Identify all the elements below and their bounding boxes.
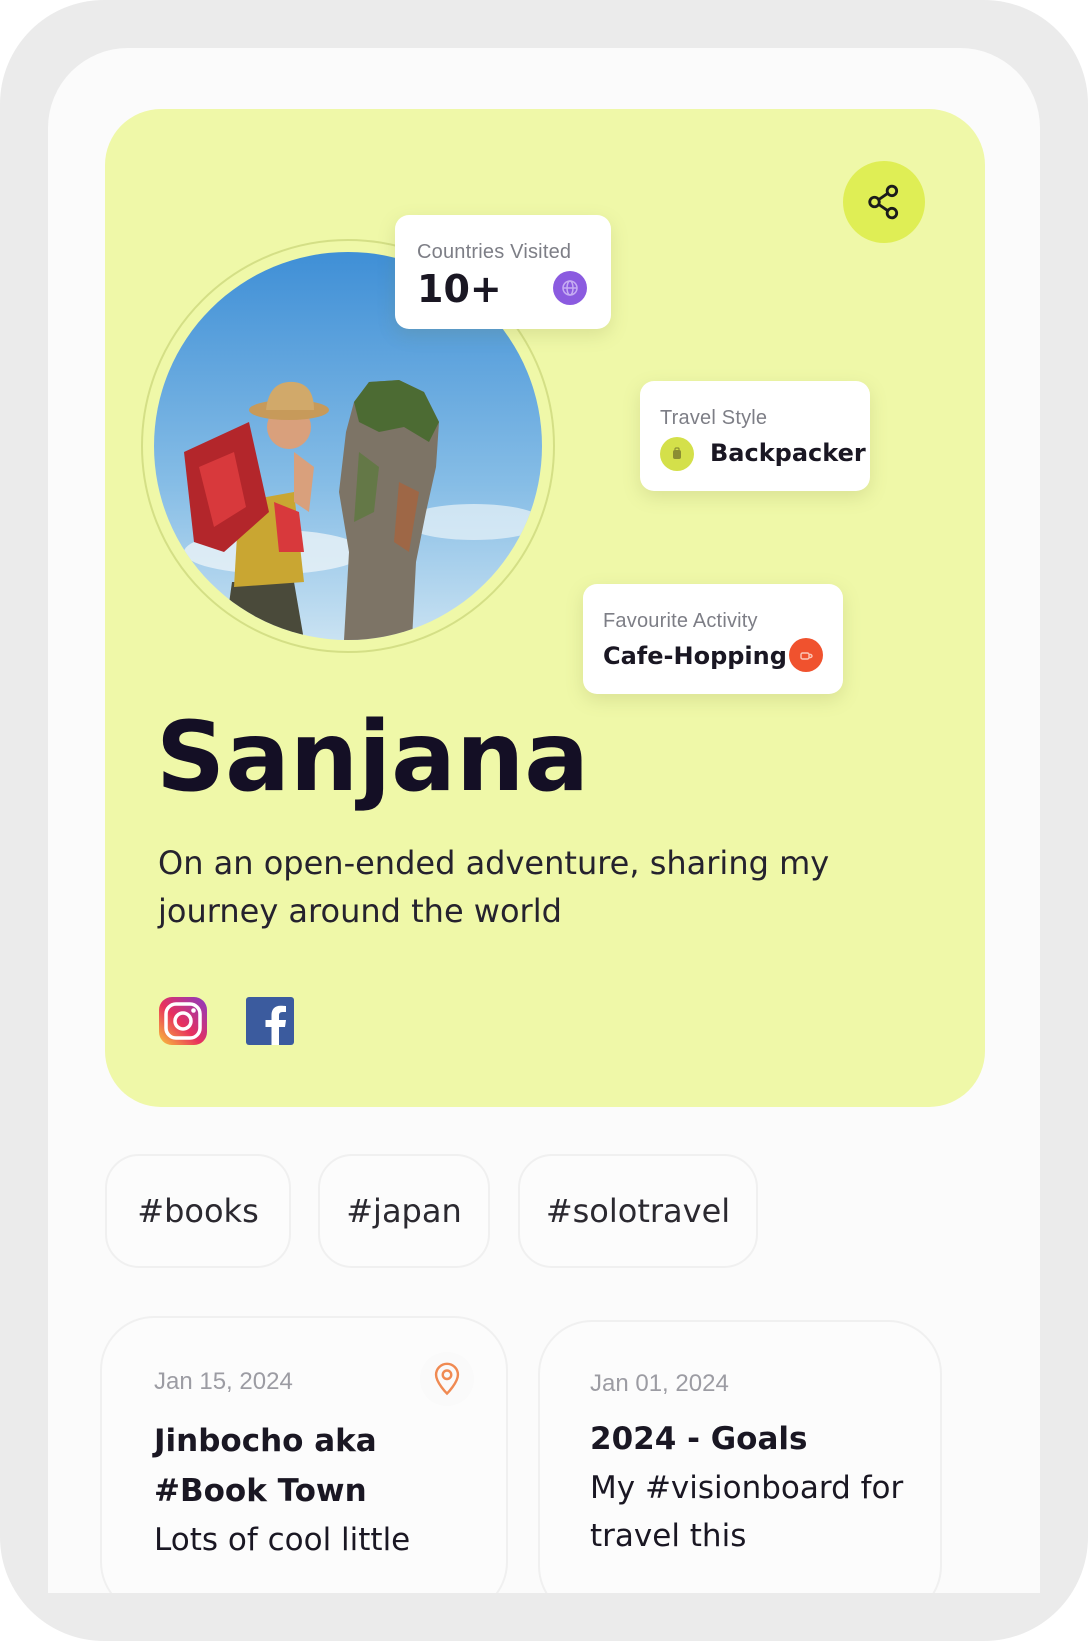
device-frame: Countries Visited 10+ Travel Style Backp… [0, 0, 1088, 1641]
countries-visited-value: 10+ [417, 267, 502, 311]
instagram-icon [159, 997, 207, 1045]
share-button[interactable] [843, 161, 925, 243]
post-date: Jan 15, 2024 [154, 1368, 293, 1395]
travel-style-label: Travel Style [660, 407, 768, 429]
backpack-icon [660, 437, 694, 471]
facebook-icon [246, 997, 294, 1045]
post-title: 2024 - Goals [590, 1421, 808, 1457]
share-icon [868, 184, 899, 220]
favourite-activity-label: Favourite Activity [603, 610, 758, 632]
location-pin-icon [434, 1362, 460, 1396]
post-date: Jan 01, 2024 [590, 1370, 729, 1397]
profile-name: Sanjana [156, 701, 590, 813]
profile-card: Countries Visited 10+ Travel Style Backp… [105, 109, 985, 1107]
post-card[interactable]: Jan 01, 2024 2024 - Goals My #visionboar… [538, 1320, 942, 1593]
favourite-activity-card: Favourite Activity Cafe-Hopping [583, 584, 843, 694]
tag-books[interactable]: #books [105, 1154, 291, 1268]
travel-style-value: Backpacker [710, 439, 866, 467]
travel-style-card: Travel Style Backpacker [640, 381, 870, 491]
tag-japan[interactable]: #japan [318, 1154, 490, 1268]
tag-solotravel[interactable]: #solotravel [518, 1154, 758, 1268]
app-screen: Countries Visited 10+ Travel Style Backp… [48, 48, 1040, 1593]
post-excerpt: My #visionboard for travel this [590, 1470, 904, 1554]
globe-icon [553, 271, 587, 305]
profile-bio: On an open-ended adventure, sharing my j… [158, 844, 830, 930]
coffee-icon [789, 638, 823, 672]
instagram-link[interactable] [157, 995, 209, 1047]
post-excerpt: Lots of cool little [154, 1522, 411, 1558]
favourite-activity-value: Cafe-Hopping [603, 642, 787, 670]
location-pin-button[interactable] [420, 1352, 474, 1406]
countries-visited-label: Countries Visited [417, 241, 572, 263]
post-title: Jinbocho aka #Book Town [154, 1423, 377, 1509]
countries-visited-card: Countries Visited 10+ [395, 215, 611, 329]
post-card[interactable]: Jan 15, 2024 Jinbocho aka #Book Town Lot… [100, 1316, 508, 1593]
facebook-link[interactable] [244, 995, 296, 1047]
